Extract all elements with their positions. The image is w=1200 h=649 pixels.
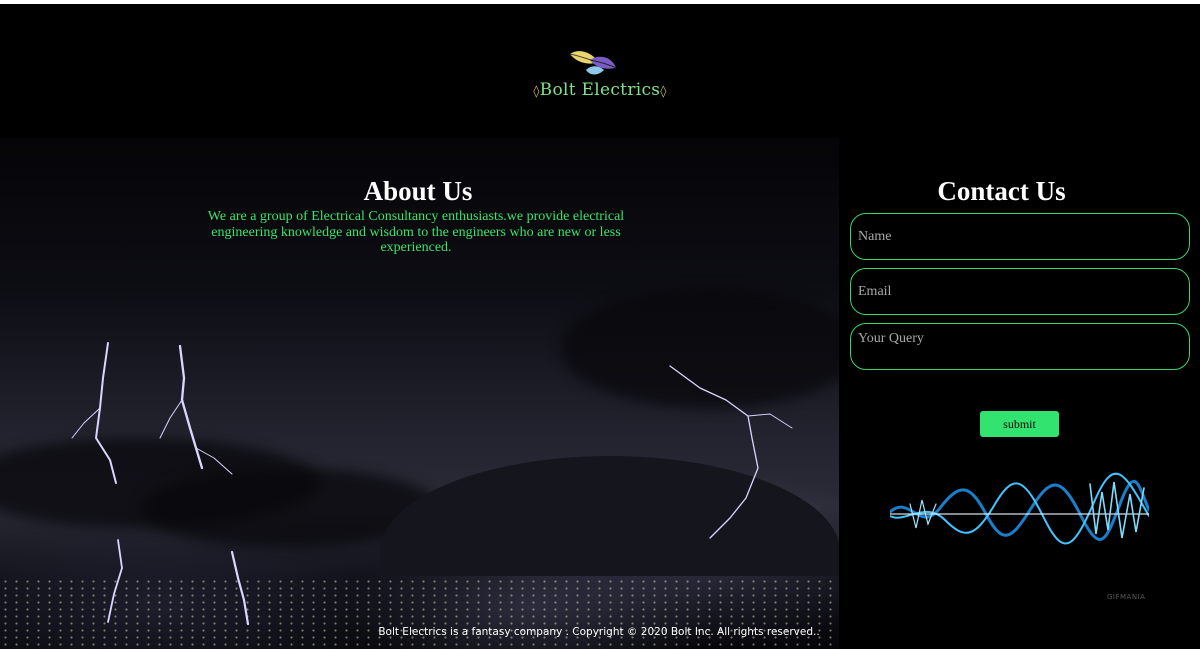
query-textarea[interactable] [850,323,1190,370]
submit-button[interactable]: submit [980,411,1059,437]
brand-name: Bolt Electrics [539,80,661,100]
about-title: About Us [363,176,473,206]
contact-title: Contact Us [937,176,1066,206]
name-input[interactable] [850,213,1190,260]
brand-title[interactable]: ◊Bolt Electrics◊ [0,80,1200,100]
electric-wave-animation [890,464,1149,557]
site-header: ◊Bolt Electrics◊ [0,4,1200,138]
email-input[interactable] [850,268,1190,315]
gifmania-watermark: GIFMANIA [1107,593,1146,601]
about-description: We are a group of Electrical Consultancy… [207,209,625,255]
footer-copyright: Bolt Electrics is a fantasy company . Co… [378,626,820,638]
brand-suffix: ◊ [660,84,667,98]
leaves-icon[interactable] [566,48,622,82]
